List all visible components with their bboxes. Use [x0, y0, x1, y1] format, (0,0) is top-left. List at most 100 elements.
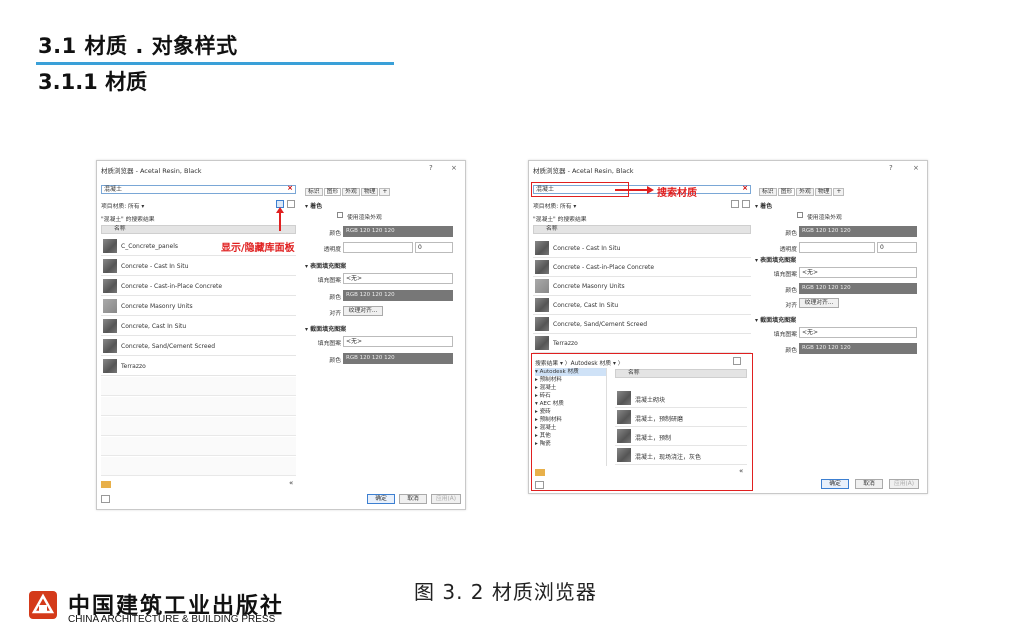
surface-fill-pattern-field[interactable]: <无>	[799, 267, 917, 278]
transparency-slider[interactable]	[799, 242, 875, 253]
cut-fill-pattern-label: 填充图案	[773, 332, 797, 338]
collapse-icon[interactable]: «	[739, 467, 743, 475]
library-breadcrumb[interactable]: 搜索结果 ▾ 〉Autodesk 材质 ▾ 〉	[535, 358, 624, 367]
material-thumbnail	[103, 239, 117, 253]
color-swatch[interactable]: RGB 120 120 120	[343, 226, 453, 237]
tab-appearance[interactable]: 外观	[342, 188, 360, 196]
material-name: Concrete - Cast In Situ	[553, 245, 621, 252]
material-name: Terrazzo	[121, 363, 146, 370]
view-options-icon[interactable]	[742, 200, 750, 208]
transparency-slider[interactable]	[343, 242, 413, 253]
name-column-header[interactable]: 名称	[533, 225, 751, 234]
section-cut-pattern[interactable]: ▾ 截面填充图案	[305, 324, 346, 333]
tab-graphics[interactable]: 图形	[323, 188, 342, 196]
tab-appearance[interactable]: 外观	[796, 188, 814, 196]
color-swatch[interactable]: RGB 120 120 120	[799, 226, 917, 237]
view-options-icon[interactable]	[287, 200, 295, 208]
tree-node[interactable]: ▸ 混凝土	[535, 424, 606, 432]
project-materials-filter[interactable]: 项目材质: 所有 ▾	[101, 201, 144, 210]
ok-button[interactable]: 确定	[367, 494, 395, 504]
tools-icon[interactable]	[535, 481, 544, 489]
list-item[interactable]: Concrete, Sand/Cement Screed	[101, 337, 296, 356]
add-tab-button[interactable]: +	[379, 188, 391, 196]
cut-color-swatch[interactable]: RGB 120 120 120	[343, 353, 453, 364]
list-item[interactable]: Concrete Masonry Units	[101, 297, 296, 316]
help-icon[interactable]: ?	[429, 164, 433, 172]
cut-fill-pattern-field[interactable]: <无>	[799, 327, 917, 338]
list-item[interactable]: Concrete, Cast In Situ	[533, 296, 751, 315]
apply-button[interactable]: 应用(A)	[431, 494, 461, 504]
list-item[interactable]: Terrazzo	[533, 334, 751, 353]
tree-node[interactable]: ▸ 混凝土	[535, 384, 606, 392]
tree-node[interactable]: ▸ 砖石	[535, 392, 606, 400]
cut-color-swatch[interactable]: RGB 120 120 120	[799, 343, 917, 354]
cancel-button[interactable]: 取消	[399, 494, 427, 504]
section-shading[interactable]: ▾ 着色	[755, 201, 772, 210]
list-item[interactable]: Concrete, Sand/Cement Screed	[533, 315, 751, 334]
tab-identity[interactable]: 标识	[305, 188, 323, 196]
section-shading[interactable]: ▾ 着色	[305, 201, 322, 210]
library-list-item[interactable]: 混凝土，预制	[615, 427, 747, 446]
library-list-item[interactable]: 混凝土砌块	[615, 389, 747, 408]
transparency-value[interactable]: 0	[415, 242, 453, 253]
list-item[interactable]: Concrete - Cast-in-Place Concrete	[101, 277, 296, 296]
list-item[interactable]: Concrete - Cast In Situ	[101, 257, 296, 276]
list-item[interactable]: Concrete Masonry Units	[533, 277, 751, 296]
add-tab-button[interactable]: +	[833, 188, 845, 196]
surface-fill-pattern-label: 填充图案	[773, 272, 797, 278]
toggle-library-panel-icon[interactable]	[731, 200, 739, 208]
section-surface-pattern[interactable]: ▾ 表面填充图案	[305, 261, 346, 270]
texture-align-button[interactable]: 纹理对齐...	[343, 306, 383, 316]
search-value: 混凝土	[104, 186, 123, 193]
section-cut-pattern[interactable]: ▾ 截面填充图案	[755, 315, 796, 324]
tree-node[interactable]: ▸ 预制材料	[535, 416, 606, 424]
ok-button[interactable]: 确定	[821, 479, 849, 489]
library-name-column-header[interactable]: 名称	[615, 369, 747, 378]
library-list-item[interactable]: 混凝土，预制研磨	[615, 408, 747, 427]
list-item[interactable]: Concrete - Cast-in-Place Concrete	[533, 258, 751, 277]
close-icon[interactable]: ×	[913, 164, 919, 172]
help-icon[interactable]: ?	[889, 164, 893, 172]
project-materials-filter[interactable]: 项目材质: 所有 ▾	[533, 201, 576, 210]
dialog-title: 材质浏览器 - Acetal Resin, Black	[533, 167, 634, 175]
library-tools-icon[interactable]	[535, 469, 545, 476]
section-surface-pattern[interactable]: ▾ 表面填充图案	[755, 255, 796, 264]
tree-node[interactable]: ▸ 瓷砖	[535, 408, 606, 416]
clear-search-icon[interactable]: ×	[742, 185, 748, 192]
toggle-library-annotation: 显示/隐藏库面板	[221, 243, 295, 254]
collapse-icon[interactable]: «	[289, 479, 293, 487]
texture-align-button[interactable]: 纹理对齐...	[799, 298, 839, 308]
list-item[interactable]: Terrazzo	[101, 357, 296, 376]
close-icon[interactable]: ×	[451, 164, 457, 172]
tools-icon[interactable]	[101, 495, 110, 503]
tree-node[interactable]: ▾ AEC 材质	[535, 400, 606, 408]
surface-color-swatch[interactable]: RGB 120 120 120	[343, 290, 453, 301]
tab-physical[interactable]: 物理	[360, 188, 379, 196]
surface-color-swatch[interactable]: RGB 120 120 120	[799, 283, 917, 294]
transparency-value[interactable]: 0	[877, 242, 917, 253]
library-list-item[interactable]: 混凝土，现场浇注，灰色	[615, 446, 747, 465]
library-view-icon[interactable]	[733, 357, 741, 365]
list-item[interactable]: Concrete, Cast In Situ	[101, 317, 296, 336]
tab-graphics[interactable]: 图形	[777, 188, 796, 196]
tree-node[interactable]: ▸ 其他	[535, 432, 606, 440]
use-render-checkbox[interactable]	[797, 212, 803, 218]
clear-search-icon[interactable]: ×	[287, 185, 293, 192]
tree-node[interactable]: ▾ Autodesk 材质	[535, 368, 606, 376]
material-name: Concrete - Cast-in-Place Concrete	[553, 264, 655, 271]
name-column-header[interactable]: 名称	[101, 225, 296, 234]
cancel-button[interactable]: 取消	[855, 479, 883, 489]
tab-physical[interactable]: 物理	[814, 188, 833, 196]
list-item[interactable]: Concrete - Cast In Situ	[533, 239, 751, 258]
search-input[interactable]: 混凝土 ×	[101, 185, 296, 194]
cut-fill-pattern-field[interactable]: <无>	[343, 336, 453, 347]
library-tools-icon[interactable]	[101, 481, 111, 488]
tree-node[interactable]: ▸ 预制材料	[535, 376, 606, 384]
use-render-checkbox[interactable]	[337, 212, 343, 218]
empty-row	[101, 437, 296, 456]
surface-color-label: 颜色	[785, 288, 797, 294]
tree-node[interactable]: ▸ 陶瓷	[535, 440, 606, 448]
apply-button[interactable]: 应用(A)	[889, 479, 919, 489]
surface-fill-pattern-field[interactable]: <无>	[343, 273, 453, 284]
tab-identity[interactable]: 标识	[759, 188, 777, 196]
